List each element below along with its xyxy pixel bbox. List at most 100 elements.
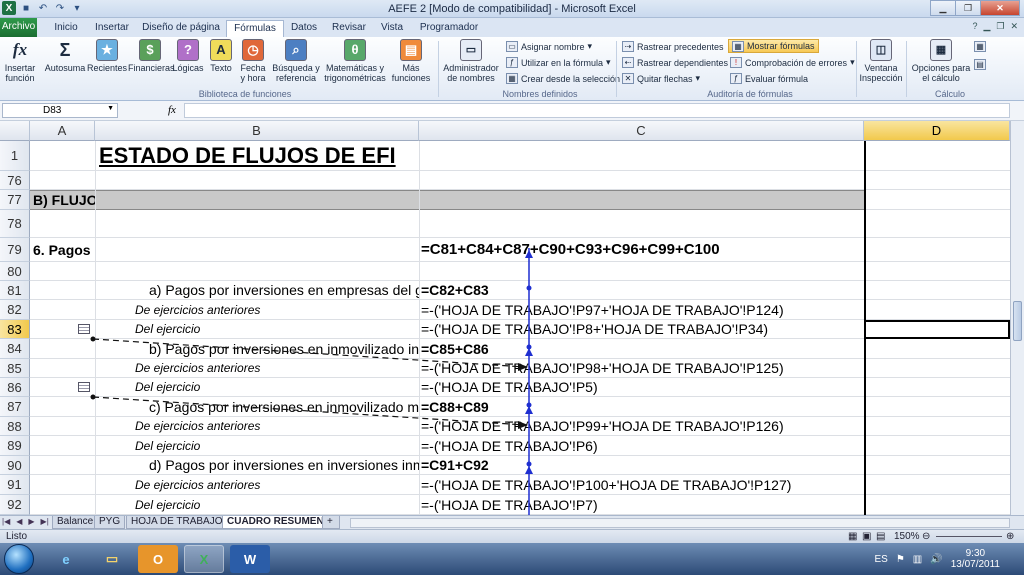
vertical-scrollbar[interactable] xyxy=(1010,121,1024,515)
tab-page-layout[interactable]: Diseño de página xyxy=(138,20,224,37)
flag-icon[interactable]: ⚑ xyxy=(896,554,905,565)
cell-a80[interactable] xyxy=(30,262,95,281)
cell-c83[interactable]: =-('HOJA DE TRABAJO'!P8+'HOJA DE TRABAJO… xyxy=(419,320,864,339)
normal-view-icon[interactable]: ▦ xyxy=(848,531,857,542)
cell-d92[interactable] xyxy=(864,495,1010,515)
doc-restore-icon[interactable]: ❐ xyxy=(996,21,1004,32)
zoom-out-icon[interactable]: ⊖ xyxy=(922,531,930,542)
fx-icon[interactable]: fx xyxy=(168,104,176,116)
cell-c92[interactable]: =-('HOJA DE TRABAJO'!P7) xyxy=(419,495,864,515)
cell-b1[interactable]: ESTADO DE FLUJOS DE EFI xyxy=(95,141,419,171)
row-header[interactable]: 79 xyxy=(0,238,30,262)
file-explorer-icon[interactable]: ▭ xyxy=(92,545,132,573)
cell-a78[interactable] xyxy=(30,210,95,238)
next-sheet-icon[interactable]: ▶ xyxy=(28,517,34,526)
cell-c85[interactable]: =-('HOJA DE TRABAJO'!P98+'HOJA DE TRABAJ… xyxy=(419,359,864,378)
cell-c79[interactable]: =C81+C84+C87+C90+C93+C96+C99+C100 xyxy=(419,238,864,262)
cell-d90[interactable] xyxy=(864,456,1010,475)
cell-a91[interactable] xyxy=(30,475,95,495)
trace-dependents-button[interactable]: ⇠ Rastrear dependientes xyxy=(622,57,728,68)
cell-d89[interactable] xyxy=(864,436,1010,456)
cell-b84[interactable]: b) Pagos por inversiones en inmovilizado… xyxy=(95,339,419,359)
tab-review[interactable]: Revisar xyxy=(326,20,372,37)
start-button[interactable] xyxy=(4,544,34,574)
error-checking-button[interactable]: ! Comprobación de errores ▾ xyxy=(730,57,855,68)
cell-b87[interactable]: c) Pagos por inversiones en inmovilizado… xyxy=(95,397,419,417)
datetime-functions-button[interactable]: ◷ Fecha y hora xyxy=(238,39,268,83)
tab-file[interactable]: Archivo xyxy=(0,18,37,37)
cell-c91[interactable]: =-('HOJA DE TRABAJO'!P100+'HOJA DE TRABA… xyxy=(419,475,864,495)
cell-c1[interactable] xyxy=(419,141,864,171)
evaluate-formula-button[interactable]: ƒ Evaluar fórmula xyxy=(730,73,808,84)
sheet-tab-cuadro-resumen[interactable]: CUADRO RESUMEN xyxy=(222,516,329,529)
row-header[interactable]: 80 xyxy=(0,262,30,281)
cell-a79[interactable]: 6. Pagos xyxy=(30,238,95,262)
first-sheet-icon[interactable]: |◀ xyxy=(2,517,10,526)
cell-d77[interactable] xyxy=(864,190,1010,210)
calc-options-button[interactable]: ▦ Opciones para el cálculo xyxy=(910,39,972,83)
row-header[interactable]: 77 xyxy=(0,190,30,210)
row-header[interactable]: 89 xyxy=(0,436,30,456)
calculate-now-button[interactable]: ▦ xyxy=(974,41,986,52)
cell-a90[interactable] xyxy=(30,456,95,475)
cell-d79[interactable] xyxy=(864,238,1010,262)
cell-d84[interactable] xyxy=(864,339,1010,359)
sheet-tab-balance[interactable]: Balance xyxy=(52,516,99,529)
doc-minimize-icon[interactable]: ▁ xyxy=(983,21,990,32)
cell-d80[interactable] xyxy=(864,262,1010,281)
watch-window-button[interactable]: ◫ Ventana Inspección xyxy=(858,39,904,83)
financial-functions-button[interactable]: $ Financieras xyxy=(128,39,175,73)
cell-d82[interactable] xyxy=(864,300,1010,320)
row-header[interactable]: 84 xyxy=(0,339,30,359)
language-indicator[interactable]: ES xyxy=(874,554,887,565)
cell-b77[interactable] xyxy=(95,190,419,210)
cell-d91[interactable] xyxy=(864,475,1010,495)
row-header[interactable]: 82 xyxy=(0,300,30,320)
cell-b91[interactable]: De ejercicios anteriores xyxy=(95,475,419,495)
close-button[interactable]: ✕ xyxy=(980,0,1020,16)
tab-developer[interactable]: Programador xyxy=(414,20,484,37)
page-layout-view-icon[interactable]: ▣ xyxy=(862,531,871,542)
name-manager-button[interactable]: ▭ Administrador de nombres xyxy=(442,39,500,83)
column-header-d[interactable]: D xyxy=(864,121,1010,141)
autosum-button[interactable]: Σ Autosuma xyxy=(44,39,86,73)
chevron-down-icon[interactable]: ▼ xyxy=(107,105,114,112)
cell-a76[interactable] xyxy=(30,171,95,190)
row-header[interactable]: 88 xyxy=(0,417,30,436)
cell-b79[interactable] xyxy=(95,238,419,262)
excel-taskbar-icon[interactable]: X xyxy=(184,545,224,573)
tab-formulas[interactable]: Fórmulas xyxy=(226,20,284,37)
show-formulas-button[interactable]: ▦ Mostrar fórmulas xyxy=(728,39,819,53)
create-from-selection-button[interactable]: ▦ Crear desde la selección xyxy=(506,73,620,84)
sheet-tab-pyg[interactable]: PYG xyxy=(94,516,126,529)
clock[interactable]: 9:30 13/07/2011 xyxy=(951,548,1000,570)
select-all-corner[interactable] xyxy=(0,121,30,141)
tab-home[interactable]: Inicio xyxy=(44,20,88,37)
formula-input[interactable] xyxy=(184,103,1010,118)
row-header[interactable]: 81 xyxy=(0,281,30,300)
zoom-slider[interactable] xyxy=(936,536,1002,537)
cell-c88[interactable]: =-('HOJA DE TRABAJO'!P99+'HOJA DE TRABAJ… xyxy=(419,417,864,436)
cell-b86[interactable]: Del ejercicio xyxy=(95,378,419,397)
tab-view[interactable]: Vista xyxy=(374,20,410,37)
cell-c90[interactable]: =C91+C92 xyxy=(419,456,864,475)
cell-d78[interactable] xyxy=(864,210,1010,238)
internet-explorer-icon[interactable]: e xyxy=(46,545,86,573)
sheet-tab-hoja-de-trabajo[interactable]: HOJA DE TRABAJO xyxy=(126,516,228,529)
tab-insert[interactable]: Insertar xyxy=(88,20,136,37)
row-header[interactable]: 86 xyxy=(0,378,30,397)
text-functions-button[interactable]: A Texto xyxy=(206,39,236,73)
cell-a89[interactable] xyxy=(30,436,95,456)
define-name-button[interactable]: ▭ Asignar nombre ▾ xyxy=(506,41,592,52)
row-header[interactable]: 90 xyxy=(0,456,30,475)
cell-c78[interactable] xyxy=(419,210,864,238)
cell-c80[interactable] xyxy=(419,262,864,281)
cell-b78[interactable] xyxy=(95,210,419,238)
cell-b85[interactable]: De ejercicios anteriores xyxy=(95,359,419,378)
cell-a92[interactable] xyxy=(30,495,95,515)
cell-c84[interactable]: =C85+C86 xyxy=(419,339,864,359)
cell-a88[interactable] xyxy=(30,417,95,436)
column-header-c[interactable]: C xyxy=(419,121,864,141)
cell-b88[interactable]: De ejercicios anteriores xyxy=(95,417,419,436)
insert-sheet-icon[interactable]: + xyxy=(322,516,340,529)
